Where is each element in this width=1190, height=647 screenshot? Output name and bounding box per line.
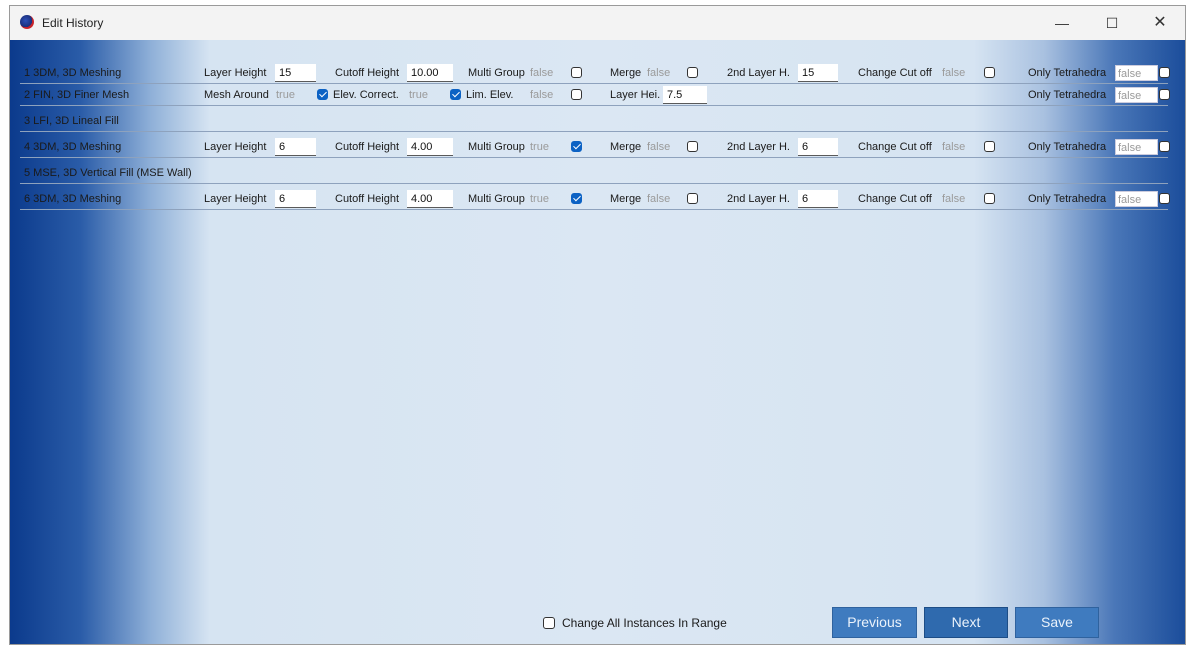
edit-history-window: Edit History — ☐ ✕ 1 3DM, 3D Meshing Lay… <box>9 5 1186 645</box>
only-tetrahedra-label: Only Tetrahedra <box>1028 141 1107 153</box>
row-name: 6 3DM, 3D Meshing <box>24 193 122 205</box>
layer-height-input[interactable] <box>275 138 316 156</box>
history-row-4: 4 3DM, 3D Meshing Layer Height Cutoff He… <box>20 137 1170 158</box>
second-layer-input[interactable] <box>798 64 838 82</box>
multi-group-checkbox[interactable] <box>571 67 582 78</box>
row-name: 5 MSE, 3D Vertical Fill (MSE Wall) <box>24 167 192 179</box>
only-tetrahedra-checkbox[interactable] <box>1159 89 1170 100</box>
change-cutoff-label: Change Cut off <box>858 141 932 153</box>
change-cutoff-value: false <box>942 67 966 79</box>
only-tetrahedra-value: false <box>1115 65 1158 81</box>
row-name: 4 3DM, 3D Meshing <box>24 141 122 153</box>
elev-correct-checkbox[interactable] <box>450 89 461 100</box>
cutoff-height-input[interactable] <box>407 190 453 208</box>
multi-group-value: true <box>530 193 549 205</box>
only-tetrahedra-label: Only Tetrahedra <box>1028 193 1107 205</box>
change-cutoff-value: false <box>942 193 966 205</box>
maximize-button[interactable]: ☐ <box>1089 10 1135 36</box>
multi-group-value: true <box>530 141 549 153</box>
multi-group-label: Multi Group <box>468 141 525 153</box>
merge-value: false <box>647 67 671 79</box>
lim-elev-label: Lim. Elev. <box>466 89 514 101</box>
change-cutoff-value: false <box>942 141 966 153</box>
only-tetrahedra-value: false <box>1115 139 1158 155</box>
change-cutoff-label: Change Cut off <box>858 193 932 205</box>
only-tetrahedra-label: Only Tetrahedra <box>1028 67 1107 79</box>
merge-label: Merge <box>610 141 642 153</box>
merge-label: Merge <box>610 67 642 79</box>
history-row-2: 2 FIN, 3D Finer Mesh Mesh Around true El… <box>20 85 1170 106</box>
only-tetrahedra-value: false <box>1115 191 1158 207</box>
second-layer-label: 2nd Layer H. <box>727 193 790 205</box>
second-layer-input[interactable] <box>798 190 838 208</box>
layer-hei-input[interactable] <box>663 86 707 104</box>
multi-group-label: Multi Group <box>468 67 525 79</box>
app-logo-icon <box>20 15 34 29</box>
cutoff-height-input[interactable] <box>407 64 453 82</box>
merge-checkbox[interactable] <box>687 193 698 204</box>
multi-group-label: Multi Group <box>468 193 525 205</box>
mesh-around-checkbox[interactable] <box>317 89 328 100</box>
row-name: 2 FIN, 3D Finer Mesh <box>24 89 130 101</box>
change-cutoff-label: Change Cut off <box>858 67 932 79</box>
change-all-instances-label: Change All Instances In Range <box>562 616 727 630</box>
multi-group-checkbox[interactable] <box>571 193 582 204</box>
layer-height-input[interactable] <box>275 190 316 208</box>
minimize-button[interactable]: — <box>1039 10 1085 36</box>
window-title: Edit History <box>42 16 104 30</box>
client-area: 1 3DM, 3D Meshing Layer Height Cutoff He… <box>10 40 1185 644</box>
merge-checkbox[interactable] <box>687 67 698 78</box>
only-tetrahedra-label: Only Tetrahedra <box>1028 89 1107 101</box>
layer-height-label: Layer Height <box>204 67 267 79</box>
change-cutoff-checkbox[interactable] <box>984 67 995 78</box>
change-cutoff-checkbox[interactable] <box>984 193 995 204</box>
mesh-around-value: true <box>276 89 295 101</box>
cutoff-height-input[interactable] <box>407 138 453 156</box>
second-layer-label: 2nd Layer H. <box>727 67 790 79</box>
cutoff-height-label: Cutoff Height <box>335 141 400 153</box>
lim-elev-checkbox[interactable] <box>571 89 582 100</box>
mesh-around-label: Mesh Around <box>204 89 269 101</box>
history-row-1: 1 3DM, 3D Meshing Layer Height Cutoff He… <box>20 63 1170 84</box>
layer-height-label: Layer Height <box>204 193 267 205</box>
layer-hei-label: Layer Hei. <box>610 89 661 101</box>
merge-checkbox[interactable] <box>687 141 698 152</box>
cutoff-height-label: Cutoff Height <box>335 67 400 79</box>
only-tetrahedra-checkbox[interactable] <box>1159 141 1170 152</box>
only-tetrahedra-checkbox[interactable] <box>1159 67 1170 78</box>
layer-height-input[interactable] <box>275 64 316 82</box>
multi-group-value: false <box>530 67 554 79</box>
elev-correct-label: Elev. Correct. <box>333 89 399 101</box>
title-bar: Edit History — ☐ ✕ <box>10 6 1185 41</box>
multi-group-checkbox[interactable] <box>571 141 582 152</box>
change-all-instances-checkbox[interactable] <box>543 617 555 629</box>
row-name: 3 LFI, 3D Lineal Fill <box>24 115 119 127</box>
only-tetrahedra-value: false <box>1115 87 1158 103</box>
history-row-5: 5 MSE, 3D Vertical Fill (MSE Wall) <box>20 163 1168 184</box>
previous-button[interactable]: Previous <box>832 607 917 638</box>
close-button[interactable]: ✕ <box>1137 10 1183 36</box>
merge-label: Merge <box>610 193 642 205</box>
save-button[interactable]: Save <box>1015 607 1099 638</box>
cutoff-height-label: Cutoff Height <box>335 193 400 205</box>
second-layer-label: 2nd Layer H. <box>727 141 790 153</box>
row-name: 1 3DM, 3D Meshing <box>24 67 122 79</box>
layer-height-label: Layer Height <box>204 141 267 153</box>
only-tetrahedra-checkbox[interactable] <box>1159 193 1170 204</box>
history-row-3: 3 LFI, 3D Lineal Fill <box>20 111 1168 132</box>
merge-value: false <box>647 193 671 205</box>
lim-elev-value: false <box>530 89 554 101</box>
change-cutoff-checkbox[interactable] <box>984 141 995 152</box>
elev-correct-value: true <box>409 89 428 101</box>
second-layer-input[interactable] <box>798 138 838 156</box>
next-button[interactable]: Next <box>924 607 1008 638</box>
history-row-6: 6 3DM, 3D Meshing Layer Height Cutoff He… <box>20 189 1170 210</box>
merge-value: false <box>647 141 671 153</box>
